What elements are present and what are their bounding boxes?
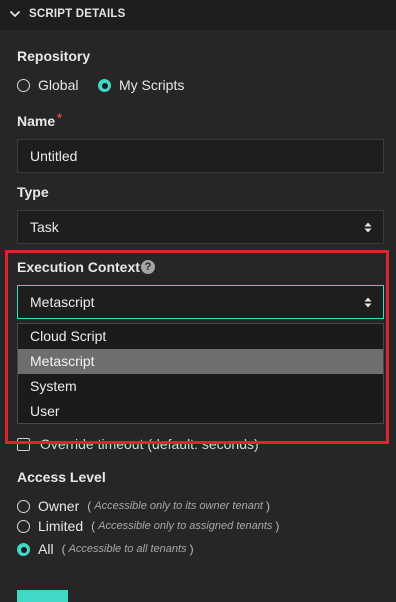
repository-option-global[interactable]: Global — [17, 77, 78, 93]
name-label-text: Name — [17, 113, 56, 129]
repository-option-my-scripts[interactable]: My Scripts — [98, 77, 184, 93]
access-option-label: All — [38, 541, 54, 557]
access-option-hint: Accessible to all tenants — [68, 543, 187, 555]
type-label: Type — [17, 184, 49, 200]
help-icon[interactable]: ? — [141, 260, 155, 274]
access-option-label: Limited — [38, 518, 84, 534]
execution-context-label: Execution Context — [17, 259, 140, 275]
select-arrows-icon — [364, 297, 372, 308]
select-arrows-icon — [364, 222, 372, 233]
dropdown-option-metascript[interactable]: Metascript — [18, 349, 383, 374]
chevron-down-icon — [10, 11, 20, 17]
access-option-all[interactable]: All ( Accessible to all tenants ) — [17, 541, 197, 557]
radio-limited[interactable] — [17, 519, 30, 533]
access-option-hint: Accessible only to its owner tenant — [94, 500, 263, 512]
repository-option-label: My Scripts — [119, 77, 185, 93]
dropdown-option-system[interactable]: System — [18, 374, 383, 399]
radio-my-scripts[interactable] — [98, 78, 111, 92]
dropdown-option-cloud-script[interactable]: Cloud Script — [18, 324, 383, 349]
name-label: Name * — [17, 111, 62, 129]
required-marker: * — [57, 111, 62, 125]
access-level-label: Access Level — [17, 469, 106, 485]
execution-context-dropdown: Cloud Script Metascript System User — [17, 323, 384, 424]
radio-all[interactable] — [17, 542, 30, 556]
execution-context-select[interactable]: Metascript — [17, 285, 384, 319]
access-option-owner[interactable]: Owner ( Accessible only to its owner ten… — [17, 498, 273, 514]
access-option-limited[interactable]: Limited ( Accessible only to assigned te… — [17, 518, 282, 534]
dropdown-option-user[interactable]: User — [18, 399, 383, 424]
name-input[interactable]: Untitled — [17, 139, 384, 173]
primary-action-button[interactable] — [17, 590, 68, 602]
access-option-label: Owner — [38, 498, 80, 514]
access-option-hint: Accessible only to assigned tenants — [98, 520, 273, 532]
override-timeout-row[interactable]: Override timeout (default: seconds) — [17, 436, 259, 452]
radio-owner[interactable] — [17, 499, 30, 513]
section-title: SCRIPT DETAILS — [29, 8, 126, 20]
script-details-header[interactable]: SCRIPT DETAILS — [0, 0, 396, 30]
repository-option-label: Global — [38, 77, 79, 93]
repository-label: Repository — [17, 48, 91, 64]
override-timeout-checkbox[interactable] — [17, 437, 30, 451]
type-select-value: Task — [30, 219, 59, 235]
type-select[interactable]: Task — [17, 210, 384, 244]
radio-global[interactable] — [17, 78, 30, 92]
override-timeout-label: Override timeout (default: seconds) — [40, 436, 259, 452]
execution-context-value: Metascript — [30, 294, 95, 310]
